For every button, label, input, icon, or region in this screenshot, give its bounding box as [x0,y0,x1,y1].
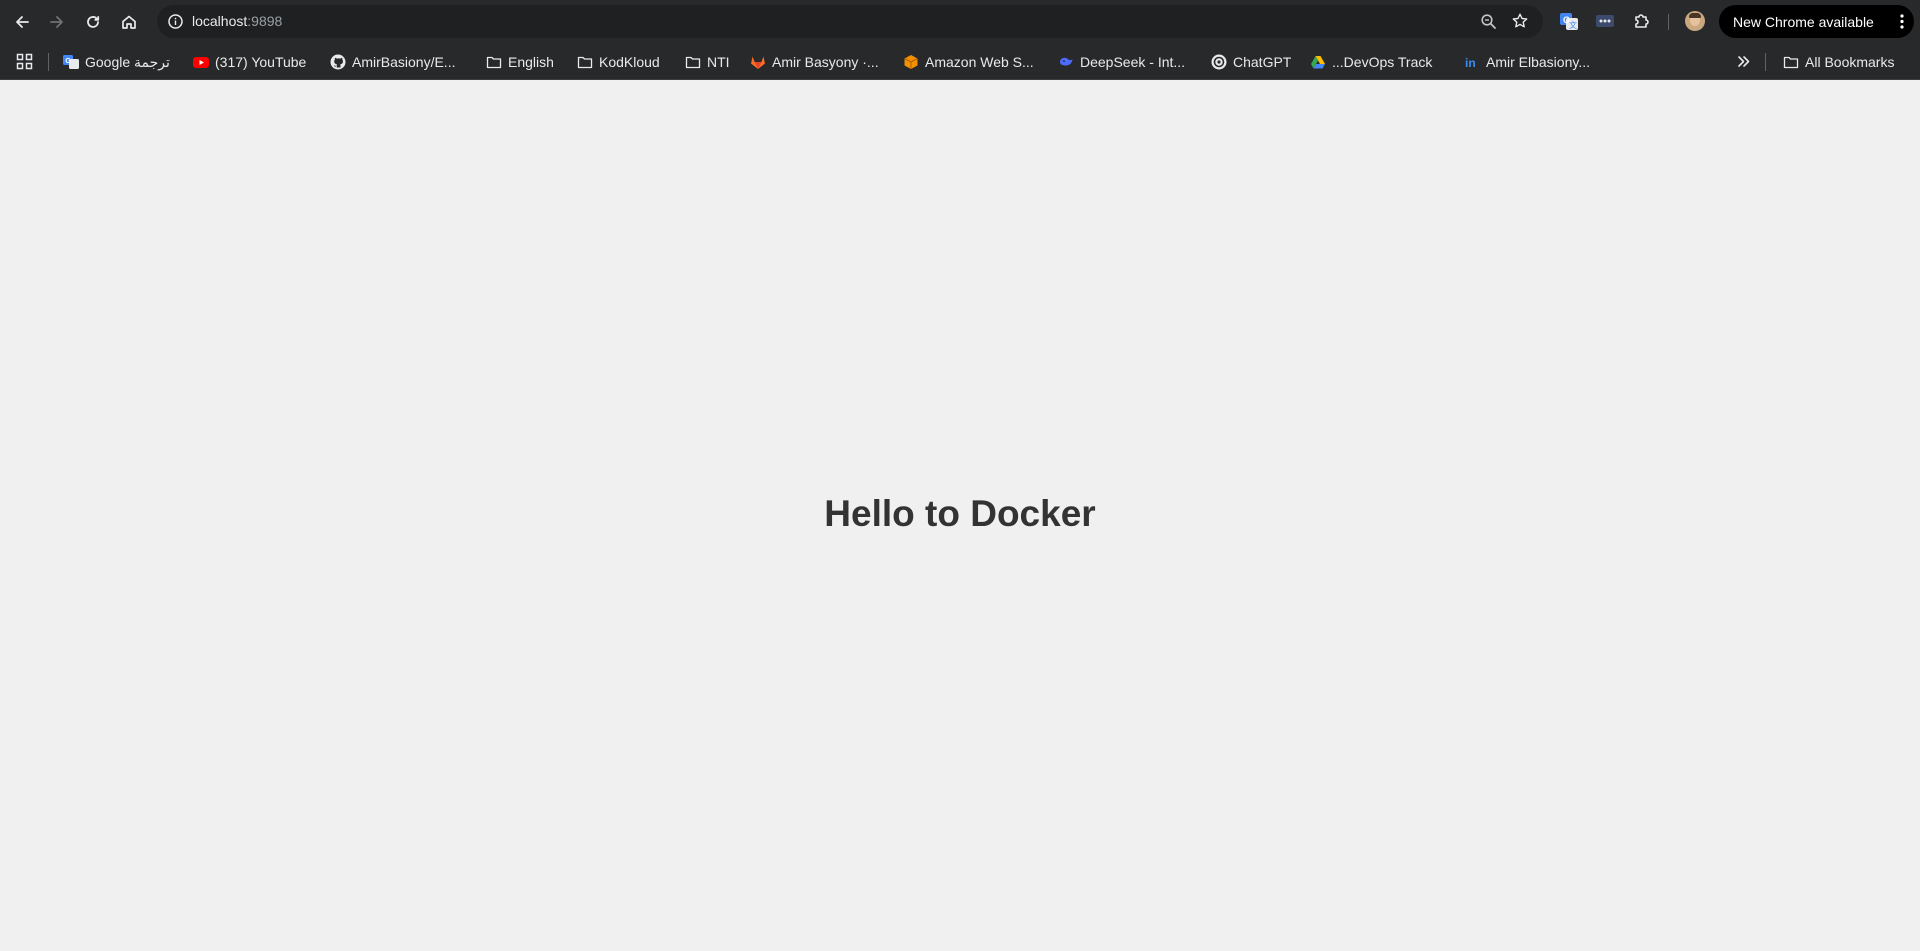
site-info-icon[interactable] [167,13,184,30]
bookmark-label: KodKloud [599,54,660,70]
bookmarks-bar: G Google ترجمة (317) YouTube AmirBasiony… [0,43,1920,80]
deepseek-icon [1058,54,1074,70]
github-icon [330,54,346,70]
bookmark-folder[interactable]: NTI [685,51,730,73]
gitlab-icon [750,54,766,70]
translate-extension-icon[interactable]: G文 [1559,11,1579,31]
all-bookmarks-button[interactable]: All Bookmarks [1783,51,1894,73]
avatar-hair [1689,13,1701,18]
star-icon[interactable] [1511,12,1529,30]
bookmark-label: Amir Basyony ·... [772,54,879,70]
toolbar-divider [1668,14,1669,30]
all-bookmarks-label: All Bookmarks [1805,54,1895,70]
linkedin-icon: in [1464,54,1480,70]
folder-icon [577,54,593,70]
reload-icon [87,16,100,28]
forward-arrow-icon [50,16,63,28]
bookmark-label: ChatGPT [1233,54,1292,70]
address-bar[interactable]: localhost:9898 [157,5,1543,38]
chevron-double-right-icon[interactable] [1735,53,1752,70]
svg-text:in: in [1465,56,1476,70]
browser-toolbar: localhost:9898 G文 New Chrome available [0,0,1920,43]
page-heading: Hello to Docker [824,493,1096,534]
youtube-icon [193,54,209,70]
page-content: Hello to Docker [0,80,1920,951]
url-port: :9898 [247,13,283,29]
bookmark-item[interactable]: DeepSeek - Int... [1058,51,1185,73]
url-host: localhost [192,13,248,29]
bookmark-label: Amir Elbasiony... [1486,54,1590,70]
update-chrome-button[interactable]: New Chrome available [1719,5,1914,38]
bookmark-label: ...DevOps Track [1332,54,1433,70]
puzzle-icon[interactable] [1632,11,1652,31]
forward-button[interactable] [39,4,75,40]
bookmark-label: NTI [707,54,730,70]
bookmark-item[interactable]: in Amir Elbasiony... [1464,51,1590,73]
url-text[interactable]: localhost:9898 [192,13,282,30]
bookmark-label: (317) YouTube [215,54,307,70]
avatar[interactable] [1685,11,1705,31]
aws-cube-icon [903,54,919,70]
bookmarks-divider [1765,53,1766,71]
bookmarks-divider [48,53,49,71]
bookmark-folder[interactable]: English [486,51,554,73]
home-icon [122,15,136,29]
bookmark-item[interactable]: ChatGPT [1211,51,1291,73]
zoom-icon[interactable] [1480,13,1497,30]
apps-grid-icon[interactable] [16,53,33,70]
folder-icon [1783,54,1799,70]
folder-icon [685,54,701,70]
bookmark-item[interactable]: Amazon Web S... [903,51,1034,73]
bookmark-label: Google ترجمة [85,53,170,70]
bookmark-item[interactable]: G Google ترجمة [63,51,170,73]
bookmark-label: Amazon Web S... [925,54,1034,70]
bookmark-item[interactable]: (317) YouTube [193,51,306,73]
google-translate-icon: G [63,54,79,70]
home-button[interactable] [111,4,147,40]
google-drive-icon [1310,54,1326,70]
kebab-menu-icon[interactable] [1900,14,1904,29]
bookmark-label: English [508,54,554,70]
back-arrow-icon [16,16,29,28]
svg-text:文: 文 [1569,20,1577,30]
svg-text:G: G [65,56,71,65]
bookmark-item[interactable]: AmirBasiony/E... [330,51,455,73]
folder-icon [486,54,502,70]
chatgpt-icon [1211,54,1227,70]
update-chip-label: New Chrome available [1733,13,1874,30]
back-button[interactable] [4,4,40,40]
bookmark-item[interactable]: ...DevOps Track [1310,51,1432,73]
bookmark-label: DeepSeek - Int... [1080,54,1186,70]
extension-dots-icon[interactable] [1595,11,1615,31]
bookmark-folder[interactable]: KodKloud [577,51,660,73]
bookmark-label: AmirBasiony/E... [352,54,456,70]
bookmark-item[interactable]: Amir Basyony ·... [750,51,879,73]
reload-button[interactable] [75,4,111,40]
